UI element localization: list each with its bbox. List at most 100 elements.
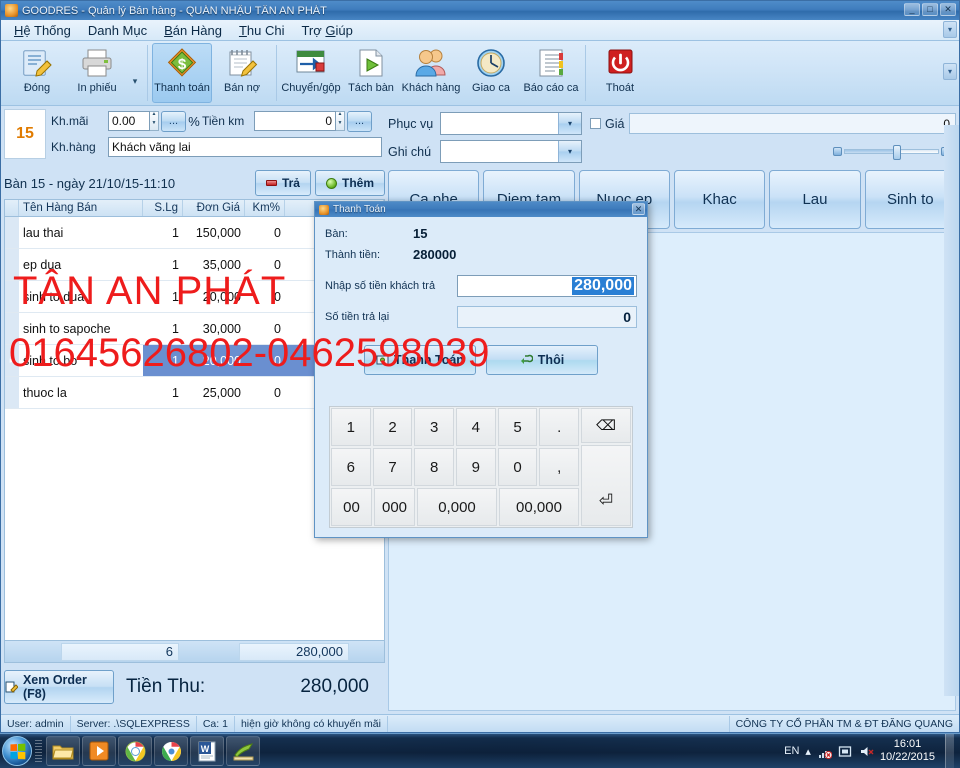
key-1[interactable]: 1 bbox=[331, 408, 371, 446]
return-item-button[interactable]: Trả bbox=[254, 170, 311, 196]
key-period[interactable]: . bbox=[539, 408, 580, 446]
key-6[interactable]: 6 bbox=[331, 448, 371, 486]
menu-item-thu-chi[interactable]: Thu Chi bbox=[232, 21, 292, 40]
slider-min-icon[interactable] bbox=[833, 147, 842, 156]
money-icon bbox=[376, 355, 389, 365]
window-scrollbar[interactable] bbox=[944, 125, 959, 696]
view-order-button[interactable]: Xem Order (F8) bbox=[4, 670, 114, 704]
maximize-button[interactable]: □ bbox=[922, 3, 938, 16]
file-explorer-icon[interactable] bbox=[46, 736, 80, 766]
show-desktop-button[interactable] bbox=[945, 733, 954, 768]
key-double-zero[interactable]: 00 bbox=[331, 488, 372, 526]
order-datebar: Bàn 15 - ngày 21/10/15-11:10 Trả Thêm bbox=[4, 167, 385, 199]
key-5[interactable]: 5 bbox=[497, 408, 538, 446]
start-button-icon[interactable] bbox=[2, 736, 32, 766]
dialog-table-row: Bàn: 15 bbox=[325, 225, 637, 242]
category-label: Lau bbox=[802, 191, 828, 208]
toolbar-button-dong[interactable]: Đóng bbox=[7, 43, 67, 103]
word-icon[interactable]: W bbox=[190, 736, 224, 766]
toolbar-scroll-down-icon[interactable]: ▾ bbox=[943, 63, 957, 80]
add-item-button[interactable]: Thêm bbox=[314, 170, 385, 196]
dialog-confirm-pay-button[interactable]: Thanh Toán bbox=[364, 345, 476, 375]
row-price: 30,000 bbox=[202, 321, 241, 336]
payment-amount-input[interactable]: 280,000 bbox=[457, 275, 637, 297]
dialog-cancel-button[interactable]: Thôi bbox=[486, 345, 598, 375]
backspace-icon[interactable]: ⌫ bbox=[581, 408, 631, 443]
category-button-khac[interactable]: Khac bbox=[673, 170, 766, 229]
close-button[interactable]: ✕ bbox=[940, 3, 956, 16]
key-0[interactable]: 0 bbox=[497, 448, 538, 486]
dialog-close-icon[interactable]: ✕ bbox=[632, 203, 645, 215]
key-comma[interactable]: , bbox=[539, 448, 580, 486]
slider-thumb[interactable] bbox=[893, 145, 902, 160]
menu-item-ban-hang[interactable]: Bán Hàng bbox=[157, 21, 229, 40]
menu-item-tro-giup[interactable]: Trợ Giúp bbox=[294, 21, 359, 40]
media-player-icon[interactable] bbox=[82, 736, 116, 766]
enter-icon[interactable]: ⏎ bbox=[581, 444, 631, 526]
toolbar-button-tach-ban[interactable]: Tách bàn bbox=[341, 43, 401, 103]
dialog-icon bbox=[319, 204, 329, 215]
toolbar-print-dropdown-caret[interactable]: ▾ bbox=[127, 76, 143, 86]
minimize-button[interactable]: _ bbox=[904, 3, 920, 16]
key-7[interactable]: 7 bbox=[372, 448, 413, 486]
row-price: 20,000 bbox=[202, 289, 241, 304]
service-combobox[interactable]: ▾ bbox=[440, 112, 582, 135]
slider-track[interactable] bbox=[844, 145, 939, 160]
toolbar-button-chuyen-gop[interactable]: Chuyển/gộp bbox=[281, 43, 341, 103]
chevron-down-icon[interactable]: ▾ bbox=[558, 113, 581, 134]
toolbar-button-thoat[interactable]: Thoát bbox=[590, 43, 650, 103]
dialog-table-value: 15 bbox=[413, 226, 428, 241]
toolbar-button-thanh-toan[interactable]: $ Thanh toán bbox=[152, 43, 212, 103]
toolbar-button-ban-no[interactable]: Bán nợ bbox=[212, 43, 272, 103]
customer-input[interactable]: Khách vãng lai bbox=[108, 137, 382, 157]
grid-header-price[interactable]: Đơn Giá bbox=[183, 200, 245, 216]
price-checkbox[interactable] bbox=[590, 118, 601, 129]
key-thousand[interactable]: 0,000 bbox=[417, 488, 497, 526]
show-hidden-icons-icon[interactable]: ▴ bbox=[805, 745, 811, 758]
km-spinner[interactable]: ▲ ▼ bbox=[336, 111, 345, 131]
quicklaunch-grip[interactable] bbox=[35, 740, 42, 762]
key-ten-thousand[interactable]: 00,000 bbox=[499, 488, 579, 526]
grid-header-km[interactable]: Km% bbox=[245, 200, 285, 216]
toolbar-button-in-phieu[interactable]: In phiếu bbox=[67, 43, 127, 103]
promo-spinner[interactable]: ▲ ▼ bbox=[150, 111, 159, 131]
action-center-icon[interactable] bbox=[838, 744, 853, 759]
chevron-down-icon[interactable]: ▾ bbox=[558, 141, 581, 162]
goodres-icon[interactable] bbox=[226, 736, 260, 766]
menu-item-danh-muc[interactable]: Danh Mục bbox=[81, 21, 154, 40]
size-slider[interactable] bbox=[582, 144, 956, 160]
note-combobox[interactable]: ▾ bbox=[440, 140, 582, 163]
menubar-scroll-down-icon[interactable]: ▾ bbox=[943, 21, 957, 38]
key-2[interactable]: 2 bbox=[372, 408, 413, 446]
key-triple-zero[interactable]: 000 bbox=[374, 488, 415, 526]
key-8[interactable]: 8 bbox=[414, 448, 455, 486]
toolbar-button-giao-ca[interactable]: Giao ca bbox=[461, 43, 521, 103]
row-name: sinh to bo bbox=[19, 345, 143, 376]
row-indicator bbox=[5, 249, 19, 280]
key-4[interactable]: 4 bbox=[456, 408, 496, 446]
toolbar-button-khach-hang[interactable]: Khách hàng bbox=[401, 43, 461, 103]
menu-mnemonic: B bbox=[164, 22, 173, 38]
language-indicator[interactable]: EN bbox=[784, 745, 799, 757]
chrome-canary-icon[interactable] bbox=[118, 736, 152, 766]
row-km: 0 bbox=[274, 225, 281, 240]
km-ellipsis-button[interactable]: ... bbox=[347, 110, 372, 132]
promo-ellipsis-button[interactable]: ... bbox=[161, 110, 186, 132]
category-button-lau[interactable]: Lau bbox=[769, 170, 861, 229]
toolbar-button-bao-cao-ca[interactable]: Báo cáo ca bbox=[521, 43, 581, 103]
toolbar-label-khach-hang: Khách hàng bbox=[401, 82, 461, 94]
network-error-icon[interactable] bbox=[817, 744, 833, 759]
grid-header-name[interactable]: Tên Hàng Bán bbox=[19, 200, 143, 216]
clock[interactable]: 16:01 10/22/2015 bbox=[880, 738, 935, 764]
key-3[interactable]: 3 bbox=[414, 408, 455, 446]
menu-item-he-thong[interactable]: Hệ Thống bbox=[7, 21, 78, 40]
km-input[interactable]: 0 bbox=[254, 111, 336, 131]
svg-text:$: $ bbox=[178, 56, 187, 73]
category-button-sinh-to[interactable]: Sinh to bbox=[864, 170, 956, 229]
chrome-icon[interactable] bbox=[154, 736, 188, 766]
row-qty: 1 bbox=[172, 289, 179, 304]
promo-input[interactable]: 0.00 bbox=[108, 111, 150, 131]
grid-header-qty[interactable]: S.Lg bbox=[143, 200, 183, 216]
volume-muted-icon[interactable] bbox=[859, 744, 874, 759]
key-9[interactable]: 9 bbox=[456, 448, 496, 486]
